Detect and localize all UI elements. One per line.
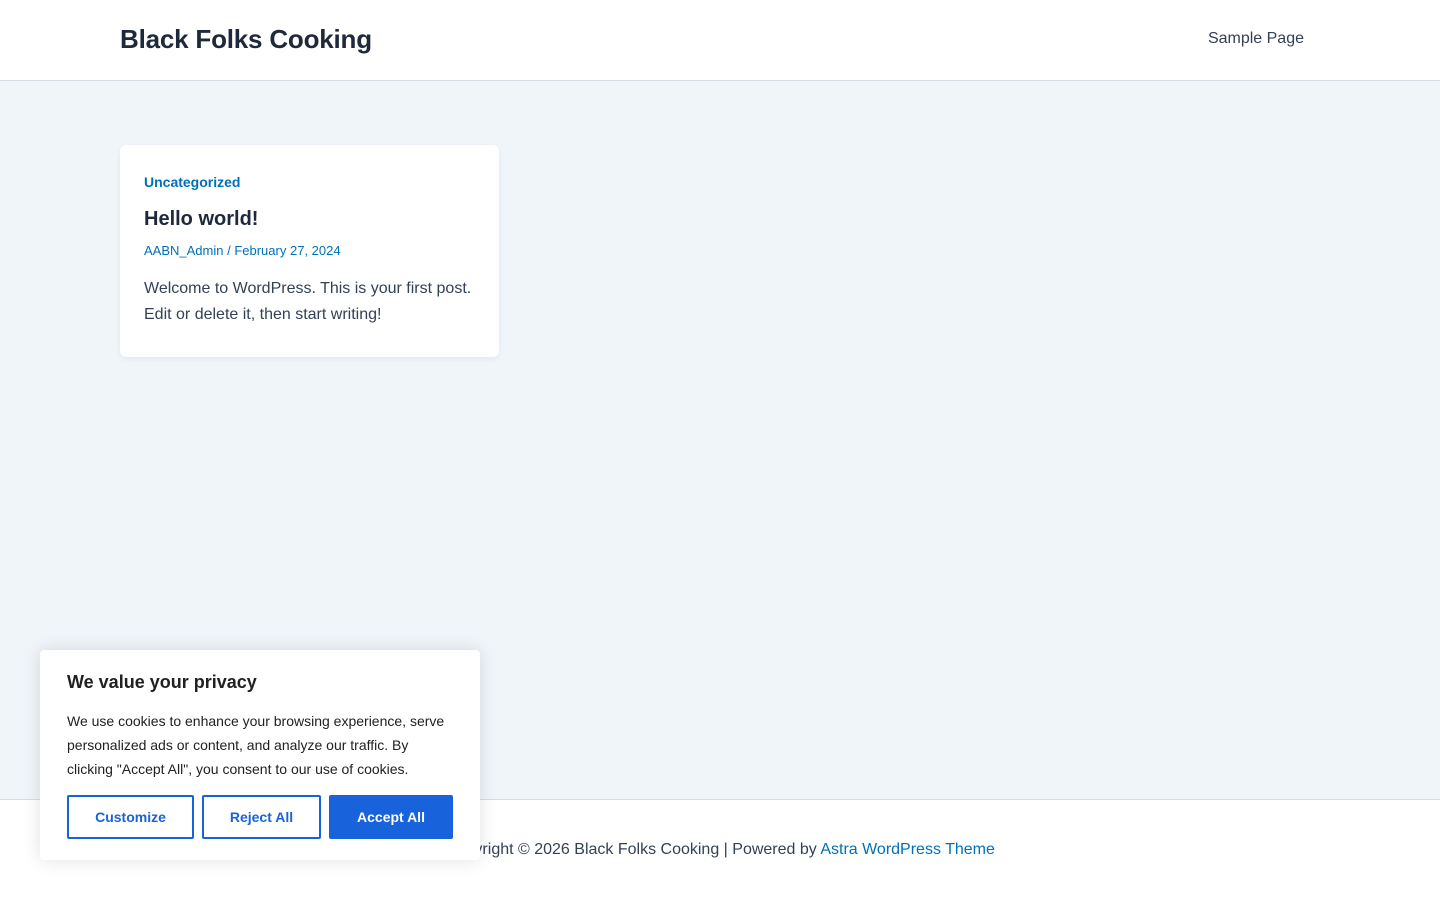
- nav-item-sample-page[interactable]: Sample Page: [1208, 30, 1304, 48]
- post-excerpt: Welcome to WordPress. This is your first…: [144, 280, 472, 323]
- post-title-link[interactable]: Hello world!: [144, 208, 475, 231]
- post-meta-separator: /: [223, 243, 235, 258]
- post-card: Uncategorized Hello world! AABN_Admin / …: [120, 145, 499, 357]
- cookie-banner-description: We use cookies to enhance your browsing …: [67, 713, 445, 777]
- customize-button[interactable]: Customize: [67, 795, 194, 839]
- post-author-link[interactable]: AABN_Admin: [144, 243, 223, 258]
- cookie-banner-title: We value your privacy: [67, 672, 257, 692]
- site-header: Black Folks Cooking Sample Page: [0, 0, 1440, 81]
- post-meta: AABN_Admin / February 27, 2024: [144, 243, 475, 258]
- post-date-link[interactable]: February 27, 2024: [234, 243, 340, 258]
- post-category-link[interactable]: Uncategorized: [144, 174, 240, 190]
- footer-copyright-text: Copyright © 2026 Black Folks Cooking | P…: [445, 841, 821, 858]
- cookie-consent-banner: We value your privacy We use cookies to …: [40, 650, 480, 860]
- cookie-actions: Customize Reject All Accept All: [67, 795, 453, 839]
- reject-all-button[interactable]: Reject All: [202, 795, 321, 839]
- footer-theme-link[interactable]: Astra WordPress Theme: [820, 841, 995, 858]
- accept-all-button[interactable]: Accept All: [329, 795, 453, 839]
- site-title-link[interactable]: Black Folks Cooking: [120, 24, 372, 55]
